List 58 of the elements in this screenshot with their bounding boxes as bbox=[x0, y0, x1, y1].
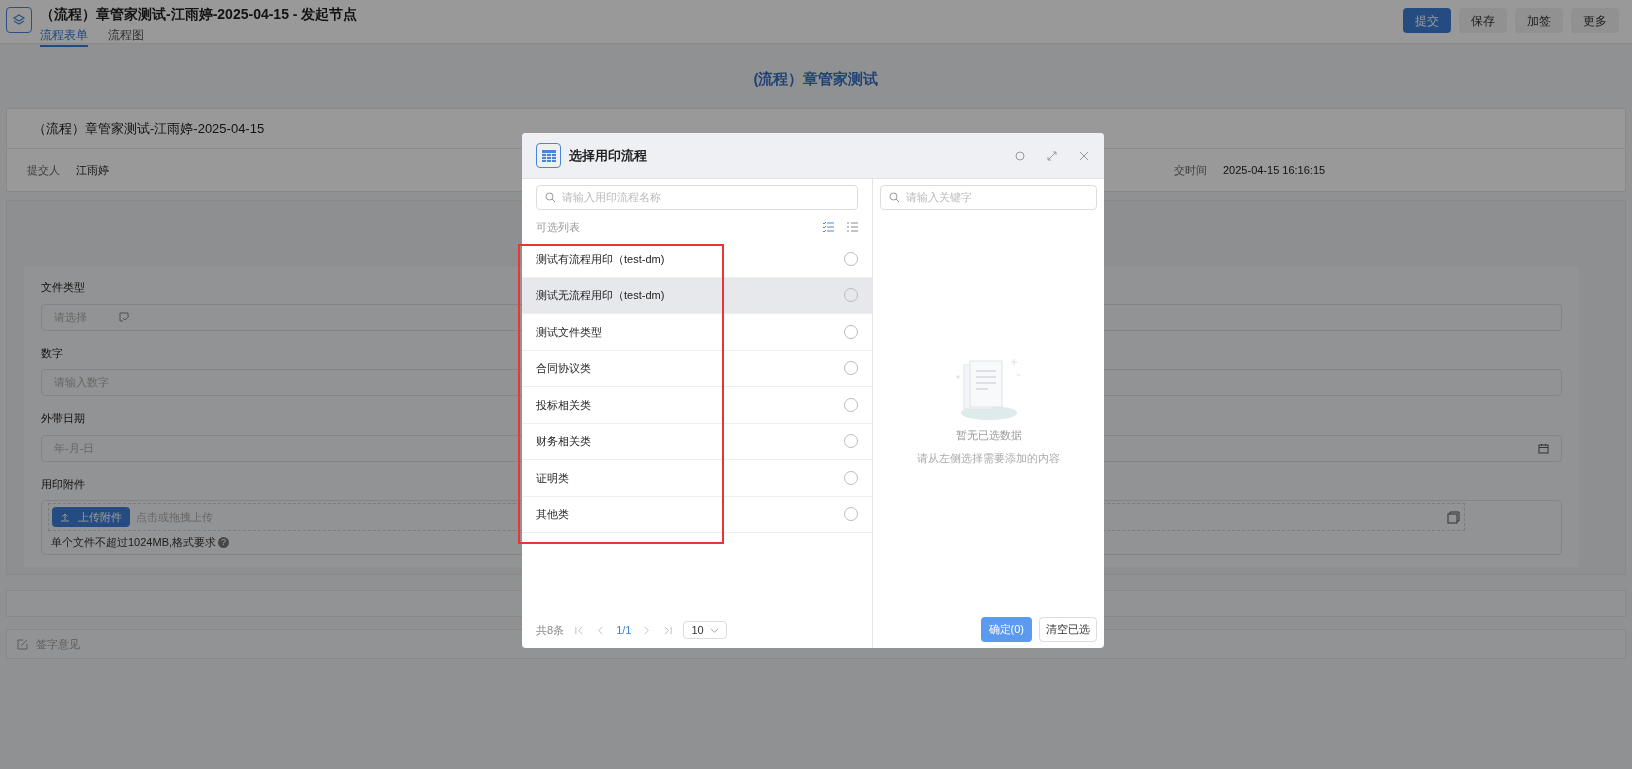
tab[interactable]: 流程图 bbox=[108, 26, 144, 47]
dialog-title: 选择用印流程 bbox=[569, 146, 647, 165]
field-label: 数字 bbox=[41, 345, 63, 361]
expand-icon[interactable] bbox=[1046, 149, 1058, 162]
page-indicator: 1/1 bbox=[616, 622, 632, 638]
edit-icon bbox=[17, 638, 28, 650]
field-value: 江雨婷 bbox=[76, 162, 109, 178]
select-icon bbox=[119, 311, 130, 323]
field-label: 交时间 bbox=[1174, 162, 1207, 178]
toolbar-button[interactable]: 保存 bbox=[1459, 8, 1507, 33]
checklist-icon[interactable] bbox=[822, 221, 834, 233]
logo-icon bbox=[6, 7, 32, 33]
total-count: 共8条 bbox=[536, 622, 565, 638]
confirm-button[interactable]: 确定(0) bbox=[980, 617, 1032, 642]
field-label: 外带日期 bbox=[41, 411, 85, 426]
table-icon bbox=[536, 143, 561, 168]
upload-button[interactable]: 上传附件 bbox=[52, 507, 130, 527]
item-label: 测试文件类型 bbox=[536, 324, 602, 340]
search-icon bbox=[889, 192, 900, 203]
chevron-down-icon bbox=[709, 625, 719, 635]
empty-hint: 请从左侧选择需要添加的内容 bbox=[917, 450, 1060, 466]
placeholder: 请输入关键字 bbox=[906, 190, 972, 206]
calendar-icon[interactable] bbox=[1538, 442, 1549, 454]
item-label: 投标相关类 bbox=[536, 397, 591, 413]
empty-title: 暂无已选数据 bbox=[955, 428, 1022, 443]
page-size: 10 bbox=[691, 622, 704, 638]
item-label: 合同协议类 bbox=[536, 361, 591, 376]
first-page-icon[interactable] bbox=[574, 624, 586, 636]
item-label: 其他类 bbox=[536, 507, 569, 522]
window-title: （流程）章管家测试-江雨婷-2025-04-15 - 发起节点 bbox=[40, 5, 358, 24]
search-icon bbox=[545, 192, 556, 203]
field-value: 2025-04-15 16:16:15 bbox=[1223, 162, 1326, 178]
refresh-icon[interactable] bbox=[1014, 149, 1026, 162]
field-label: 提交人 bbox=[27, 162, 60, 178]
tab[interactable]: 流程表单 bbox=[40, 26, 88, 47]
placeholder: 请输入用印流程名称 bbox=[562, 190, 661, 206]
close-icon[interactable] bbox=[1078, 149, 1090, 162]
help-icon[interactable]: ? bbox=[218, 536, 230, 548]
clear-button[interactable]: 清空已选 bbox=[1039, 617, 1097, 642]
toolbar-button[interactable]: 加签 bbox=[1515, 8, 1563, 33]
item-label: 财务相关类 bbox=[536, 434, 591, 449]
form-title: （流程）章管家测试-江雨婷-2025-04-15 bbox=[33, 119, 265, 138]
item-label: 测试无流程用印（test-dm) bbox=[536, 288, 665, 303]
page-size-select[interactable]: 10 bbox=[683, 621, 727, 639]
field-label: 用印附件 bbox=[41, 476, 85, 492]
list-item[interactable]: 测试无流程用印（test-dm) bbox=[522, 277, 872, 314]
item-label: 证明类 bbox=[536, 470, 569, 486]
item-label: 测试有流程用印（test-dm) bbox=[536, 251, 665, 267]
page-title: (流程）章管家测试 bbox=[752, 69, 880, 89]
last-page-icon[interactable] bbox=[662, 624, 674, 636]
list-label: 可选列表 bbox=[536, 219, 580, 235]
list-icon[interactable] bbox=[846, 221, 858, 233]
toolbar-button[interactable]: 提交 bbox=[1403, 8, 1451, 33]
toolbar-button[interactable]: 更多 bbox=[1571, 8, 1619, 33]
field-label: 文件类型 bbox=[41, 280, 85, 295]
upload-note: 单个文件不超过1024MB,格式要求 bbox=[51, 535, 217, 550]
upload-icon bbox=[60, 512, 70, 522]
copy-icon[interactable] bbox=[1447, 510, 1460, 524]
